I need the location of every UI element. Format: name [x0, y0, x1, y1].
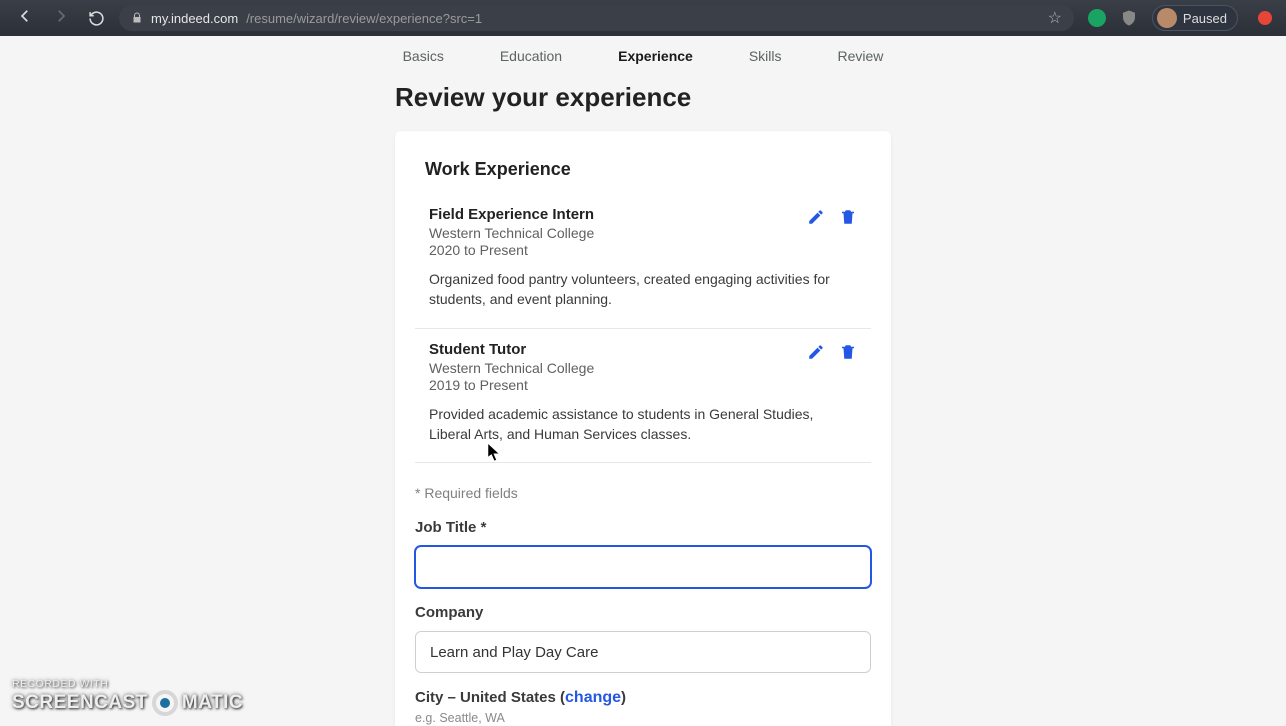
job-title-input[interactable] — [415, 546, 871, 588]
required-fields-note: * Required fields — [415, 485, 871, 501]
city-change-link[interactable]: change — [565, 689, 621, 706]
city-hint: e.g. Seattle, WA — [415, 711, 871, 725]
delete-icon[interactable] — [839, 343, 857, 361]
screencast-watermark: RECORDED WITH SCREENCAST MATIC — [12, 678, 243, 716]
experience-description: Organized food pantry volunteers, create… — [429, 269, 857, 310]
tab-education[interactable]: Education — [500, 48, 562, 64]
section-title: Work Experience — [415, 159, 871, 194]
watermark-ring-icon — [152, 690, 178, 716]
tab-review[interactable]: Review — [838, 48, 884, 64]
experience-dates: 2019 to Present — [429, 377, 807, 393]
wizard-tabs: Basics Education Experience Skills Revie… — [0, 36, 1286, 72]
watermark-right: MATIC — [182, 692, 243, 714]
page-title: Review your experience — [395, 82, 891, 113]
tab-basics[interactable]: Basics — [403, 48, 444, 64]
forward-button[interactable] — [52, 7, 70, 30]
city-label-suffix: ) — [621, 689, 626, 706]
recording-indicator-icon[interactable] — [1258, 11, 1272, 25]
address-bar[interactable]: my.indeed.com/resume/wizard/review/exper… — [119, 5, 1074, 31]
profile-paused-chip[interactable]: Paused — [1152, 5, 1238, 31]
url-path: /resume/wizard/review/experience?src=1 — [246, 11, 482, 26]
paused-label: Paused — [1183, 11, 1227, 26]
company-label: Company — [415, 604, 871, 621]
chrome-right-icons: Paused — [1088, 5, 1276, 31]
edit-icon[interactable] — [807, 343, 825, 361]
experience-company: Western Technical College — [429, 360, 807, 376]
lock-icon — [131, 12, 143, 24]
job-title-label: Job Title * — [415, 519, 871, 536]
nav-buttons — [16, 7, 105, 30]
bookmark-star-icon[interactable]: ☆ — [1048, 8, 1062, 28]
city-label-prefix: City – United States ( — [415, 689, 565, 706]
reload-button[interactable] — [88, 10, 105, 27]
delete-icon[interactable] — [839, 208, 857, 226]
experience-dates: 2020 to Present — [429, 242, 807, 258]
experience-description: Provided academic assistance to students… — [429, 404, 857, 445]
experience-title: Student Tutor — [429, 341, 807, 358]
url-host: my.indeed.com — [151, 11, 238, 26]
shield-icon[interactable] — [1120, 9, 1138, 27]
edit-icon[interactable] — [807, 208, 825, 226]
experience-card: Work Experience Field Experience Intern … — [395, 131, 891, 726]
experience-title: Field Experience Intern — [429, 206, 807, 223]
tab-skills[interactable]: Skills — [749, 48, 782, 64]
browser-toolbar: my.indeed.com/resume/wizard/review/exper… — [0, 0, 1286, 36]
page-body: Basics Education Experience Skills Revie… — [0, 36, 1286, 726]
back-button[interactable] — [16, 7, 34, 30]
extension-icon[interactable] — [1088, 9, 1106, 27]
avatar — [1157, 8, 1177, 28]
watermark-top: RECORDED WITH — [12, 678, 243, 690]
watermark-left: SCREENCAST — [12, 692, 148, 714]
experience-item: Field Experience Intern Western Technica… — [415, 194, 871, 329]
experience-company: Western Technical College — [429, 225, 807, 241]
company-input[interactable] — [415, 631, 871, 673]
experience-item: Student Tutor Western Technical College … — [415, 329, 871, 464]
tab-experience[interactable]: Experience — [618, 48, 693, 64]
add-experience-form: * Required fields Job Title * Company Ci… — [415, 463, 871, 726]
